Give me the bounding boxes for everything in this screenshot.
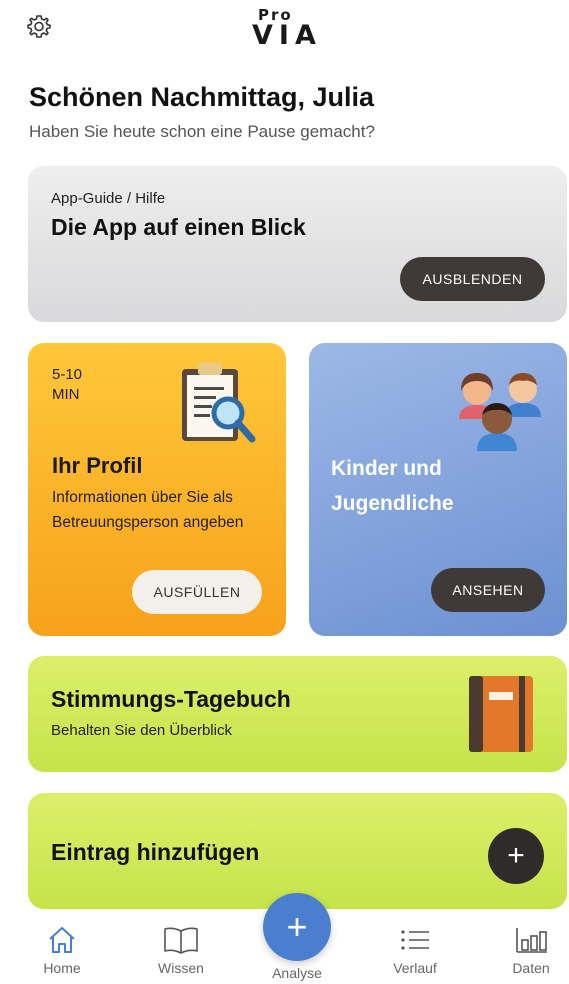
book-icon: [164, 927, 198, 954]
profile-card[interactable]: 5-10 MIN Ihr Profil Informationen über S…: [28, 343, 286, 636]
greeting-title: Schönen Nachmittag, Julia: [29, 82, 375, 112]
diary-title: Stimmungs-Tagebuch: [51, 686, 291, 712]
tab-home[interactable]: Home: [17, 912, 107, 984]
logo-bottom-text: VIA: [252, 20, 322, 51]
app-guide-card[interactable]: App-Guide / Hilfe Die App auf einen Blic…: [28, 166, 567, 322]
add-entry-button[interactable]: +: [488, 828, 544, 884]
tab-knowledge[interactable]: Wissen: [136, 912, 226, 984]
profile-title: Ihr Profil: [52, 453, 143, 478]
greeting-subtitle: Haben Sie heute schon eine Pause gemacht…: [29, 122, 375, 141]
hide-button[interactable]: AUSBLENDEN: [400, 257, 545, 301]
fill-out-button[interactable]: AUSFÜLLEN: [132, 570, 262, 614]
clipboard-search-icon: [178, 361, 258, 445]
tab-history-label: Verlauf: [393, 960, 437, 976]
home-icon: [49, 927, 75, 953]
gear-icon[interactable]: [24, 12, 54, 42]
duration-unit: MIN: [52, 386, 80, 403]
app-logo: Pro VIA: [252, 6, 332, 51]
children-card[interactable]: Kinder und Jugendliche ANSEHEN: [309, 343, 567, 636]
top-bar: Pro VIA: [0, 0, 569, 60]
guide-label: App-Guide / Hilfe: [51, 190, 166, 207]
children-title: Kinder und Jugendliche: [331, 457, 454, 515]
duration-value: 5-10: [52, 366, 83, 383]
mood-diary-card[interactable]: Stimmungs-Tagebuch Behalten Sie den Über…: [28, 656, 567, 772]
tab-knowledge-label: Wissen: [158, 960, 204, 976]
tab-analyse-label: Analyse: [272, 965, 322, 981]
diary-subtitle: Behalten Sie den Überblick: [51, 722, 232, 739]
notebook-icon: [465, 670, 537, 756]
profile-description: Informationen über Sie als Betreuungsper…: [52, 489, 244, 531]
view-button[interactable]: ANSEHEN: [431, 568, 545, 612]
guide-title: Die App auf einen Blick: [51, 214, 306, 240]
tab-home-label: Home: [43, 960, 81, 976]
add-entry-title: Eintrag hinzufügen: [51, 839, 260, 865]
analyse-add-button[interactable]: +: [263, 893, 331, 961]
list-icon: [401, 930, 429, 950]
tab-history[interactable]: Verlauf: [370, 912, 460, 984]
bar-chart-icon: [516, 928, 547, 953]
duration-label: 5-10 MIN: [52, 365, 82, 405]
tab-data[interactable]: Daten: [486, 912, 569, 984]
children-group-icon: [449, 361, 549, 453]
add-entry-card[interactable]: Eintrag hinzufügen +: [28, 793, 567, 909]
tab-data-label: Daten: [512, 960, 550, 976]
